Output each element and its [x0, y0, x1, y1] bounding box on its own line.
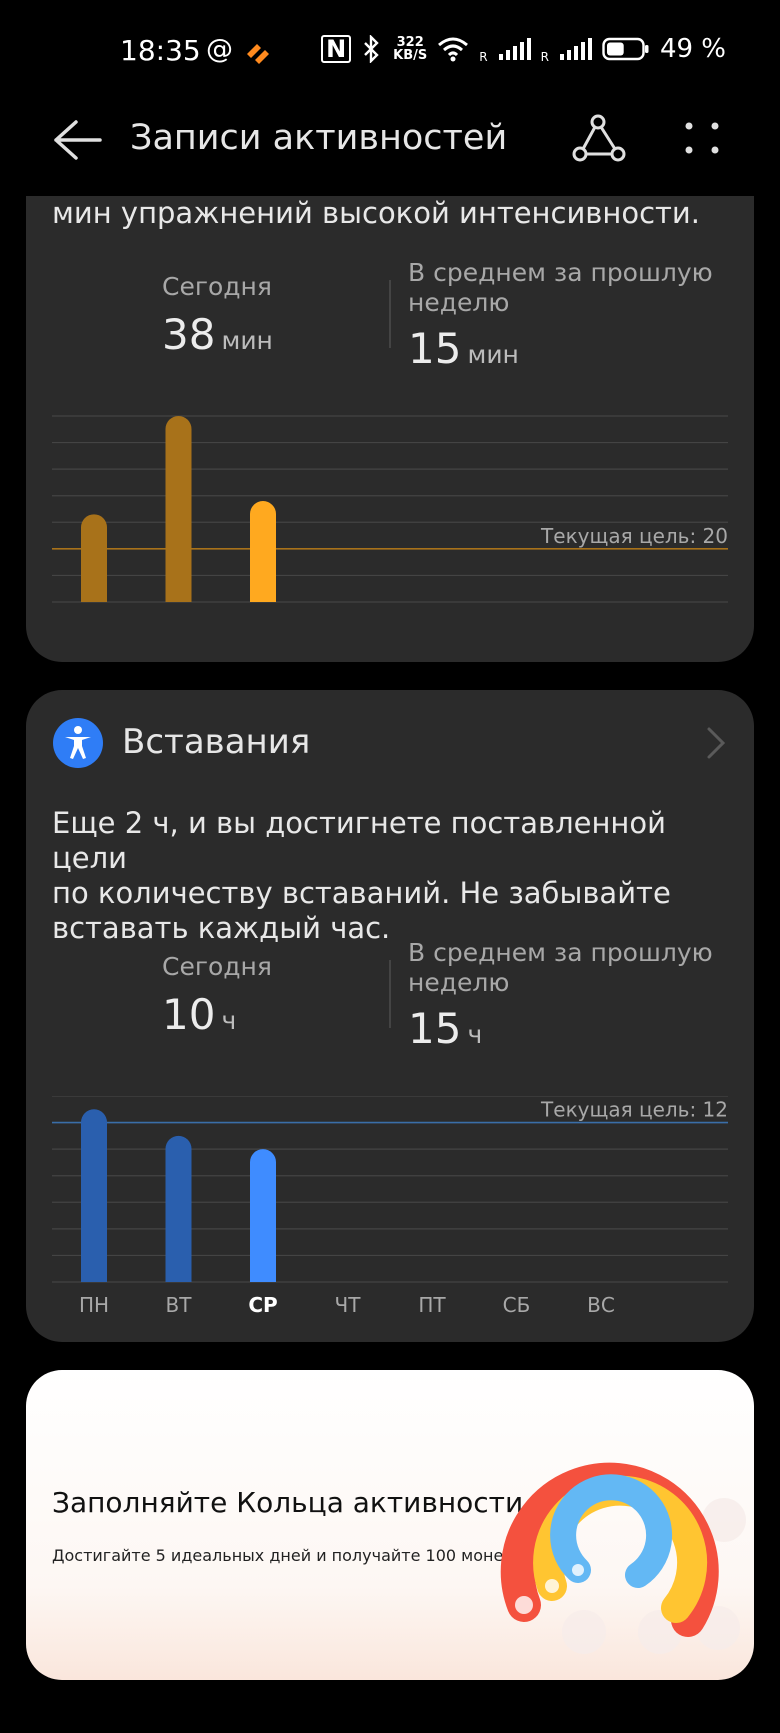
- x-tick-label: ВТ: [166, 1293, 193, 1316]
- activity-rings-promo[interactable]: Заполняйте Кольца активности Достигайте …: [26, 1370, 754, 1680]
- activity-rings-illustration: [500, 1462, 746, 1654]
- network-speed: 322 KB/S: [393, 35, 428, 63]
- battery-icon: [602, 37, 649, 61]
- today-label: Сегодня: [162, 952, 272, 981]
- x-tick-label: СБ: [503, 1293, 531, 1316]
- avg-label: В среднем за прошлую неделю: [408, 938, 713, 997]
- x-tick-label: СР: [248, 1293, 277, 1316]
- promo-subtitle: Достигайте 5 идеальных дней и получайте …: [52, 1546, 513, 1565]
- person-standing-icon: [53, 718, 103, 768]
- status-right: N 322 KB/S R R 49 %: [321, 34, 726, 64]
- status-bar: 18:35 @ N 322 KB/S R R 49 %: [0, 0, 780, 100]
- promo-title: Заполняйте Кольца активности: [52, 1486, 524, 1519]
- bar-ВТ[interactable]: [165, 416, 192, 602]
- bar-СР[interactable]: [250, 1149, 276, 1282]
- goal-label: Текущая цель: 12: [540, 1098, 728, 1122]
- chevron-right-icon[interactable]: [706, 726, 726, 760]
- app-notification-icon: [247, 44, 269, 64]
- roaming-indicator: R: [479, 50, 488, 64]
- stand-bar-chart: Текущая цель: 12 ПН ВТ СР ЧТ ПТ СБ ВС: [52, 1096, 728, 1316]
- bar-СР[interactable]: [250, 501, 276, 602]
- today-value: 10 ч: [162, 990, 237, 1039]
- goal-label: Текущая цель: 20: [540, 524, 728, 548]
- intensity-card: мин упражнений высокой интенсивности. Се…: [26, 160, 754, 662]
- signal-icon-2: [559, 38, 592, 60]
- bar-ПН[interactable]: [81, 1109, 107, 1282]
- bar-ВТ[interactable]: [165, 1135, 192, 1282]
- status-at-icon: @: [206, 34, 233, 65]
- intensity-bar-chart: Текущая цель: 20ПНВТСРЧТПТСБВС: [52, 415, 728, 603]
- stand-chart: Текущая цель: 12 ПН ВТ СР ЧТ ПТ СБ ВС: [52, 1096, 728, 1316]
- intensity-chart: Текущая цель: 20ПНВТСРЧТПТСБВС: [52, 406, 728, 606]
- more-dots-icon[interactable]: [682, 118, 722, 158]
- avg-label: В среднем за прошлую неделю: [408, 258, 713, 317]
- stand-card-title: Вставания: [122, 722, 311, 762]
- stat-divider: [389, 280, 391, 348]
- stand-description: Еще 2 ч, и вы достигнете поставленной це…: [52, 806, 671, 945]
- roaming-indicator-2: R: [540, 50, 549, 64]
- stat-divider: [389, 960, 391, 1028]
- stand-card[interactable]: Вставания Еще 2 ч, и вы достигнете поста…: [26, 690, 754, 1342]
- avg-value: 15 мин: [408, 324, 519, 373]
- wifi-icon: [438, 37, 469, 62]
- battery-percent: 49 %: [659, 34, 726, 64]
- today-label: Сегодня: [162, 272, 272, 301]
- x-tick-label: ЧТ: [335, 1293, 362, 1316]
- avg-value: 15 ч: [408, 1004, 483, 1053]
- intensity-description: мин упражнений высокой интенсивности.: [52, 196, 700, 230]
- page-title: Записи активностей: [130, 118, 508, 158]
- signal-icon: [498, 38, 531, 60]
- status-time: 18:35: [120, 34, 201, 67]
- x-tick-label: ВС: [587, 1293, 615, 1316]
- arrow-left-icon[interactable]: [52, 118, 104, 162]
- x-tick-label: ПТ: [418, 1293, 446, 1316]
- nfc-icon: N: [321, 35, 352, 63]
- bluetooth-icon: [364, 35, 379, 63]
- route-icon[interactable]: [570, 112, 626, 164]
- x-tick-label: ПН: [79, 1293, 109, 1316]
- bar-ПН[interactable]: [81, 514, 107, 602]
- today-value: 38 мин: [162, 310, 273, 359]
